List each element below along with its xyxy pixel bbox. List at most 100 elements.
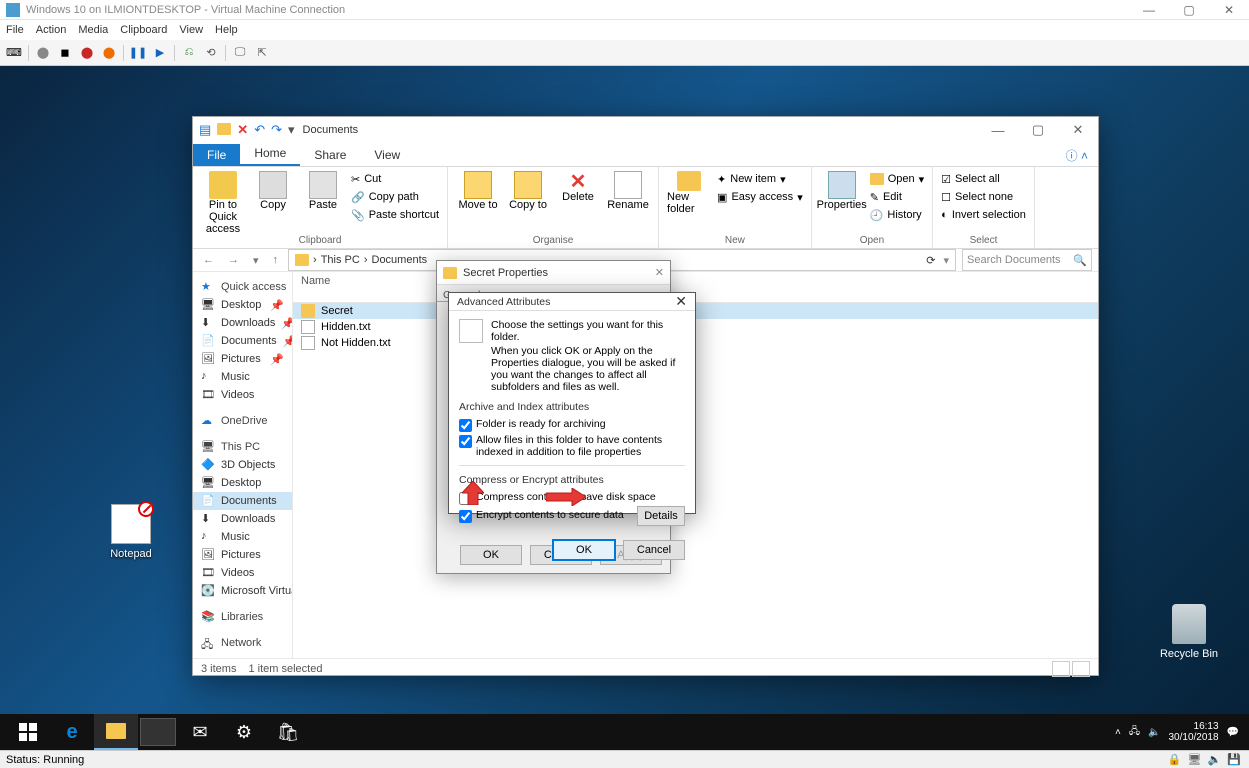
nav-pc-vhd[interactable]: 💽Microsoft Virtual Di...: [193, 582, 292, 600]
nav-pc-desktop[interactable]: 🖥Desktop: [193, 474, 292, 492]
taskbar-settings[interactable]: ⚙: [222, 714, 266, 750]
tab-share[interactable]: Share: [300, 144, 360, 166]
pause-icon[interactable]: ❚❚: [130, 45, 146, 61]
cut-button[interactable]: ✂Cut: [351, 171, 439, 187]
history-button[interactable]: 🕘History: [870, 207, 924, 223]
menu-action[interactable]: Action: [36, 24, 67, 36]
reset-icon[interactable]: ▶: [152, 45, 168, 61]
nav-up-button[interactable]: ↑: [269, 254, 283, 266]
selectnone-button[interactable]: ☐Select none: [941, 189, 1026, 205]
nav-downloads[interactable]: ⬇Downloads📌: [193, 314, 292, 332]
qat-properties-icon[interactable]: ▤: [199, 122, 211, 138]
view-details-icon[interactable]: [1052, 661, 1070, 677]
adv-titlebar[interactable]: Advanced Attributes ✕: [449, 293, 695, 311]
nav-pc-downloads[interactable]: ⬇Downloads: [193, 510, 292, 528]
desktop-icon-recycle-bin[interactable]: Recycle Bin: [1159, 604, 1219, 660]
properties-titlebar[interactable]: Secret Properties ✕: [437, 261, 670, 285]
nav-network[interactable]: 🖧Network: [193, 634, 292, 652]
nav-pc-pictures[interactable]: 🖼Pictures: [193, 546, 292, 564]
start-button[interactable]: [6, 714, 50, 750]
host-close-button[interactable]: ✕: [1209, 0, 1249, 20]
explorer-close-button[interactable]: ✕: [1058, 117, 1098, 143]
pasteshortcut-button[interactable]: 📎Paste shortcut: [351, 207, 439, 223]
nav-quickaccess[interactable]: ★Quick access: [193, 278, 292, 296]
nav-forward-button[interactable]: →: [224, 254, 243, 266]
menu-media[interactable]: Media: [78, 24, 108, 36]
nav-back-button[interactable]: ←: [199, 254, 218, 266]
tray-up-icon[interactable]: ˄: [1115, 727, 1121, 738]
nav-pc-documents[interactable]: 📄Documents: [193, 492, 292, 510]
share-icon[interactable]: ⇱: [254, 45, 270, 61]
qat-customize-icon[interactable]: ▾: [288, 122, 295, 138]
nav-documents[interactable]: 📄Documents📌: [193, 332, 292, 350]
tab-view[interactable]: View: [360, 144, 414, 166]
taskbar-mail[interactable]: ✉: [178, 714, 222, 750]
details-button[interactable]: Details: [637, 506, 685, 526]
taskbar-clock[interactable]: 16:13 30/10/2018: [1168, 721, 1218, 743]
taskbar-cmd[interactable]: [140, 718, 176, 746]
menu-help[interactable]: Help: [215, 24, 238, 36]
archive-checkbox[interactable]: [459, 419, 472, 432]
shutdown-icon[interactable]: ⬤: [79, 45, 95, 61]
edit-button[interactable]: ✎Edit: [870, 189, 924, 205]
newfolder-button[interactable]: New folder: [667, 171, 711, 215]
qat-undo-icon[interactable]: ↶: [254, 122, 265, 138]
nav-3dobjects[interactable]: 🔷3D Objects: [193, 456, 292, 474]
qat-newfolder-icon[interactable]: [217, 123, 231, 138]
nav-pane[interactable]: ★Quick access 🖥Desktop📌 ⬇Downloads📌 📄Doc…: [193, 272, 293, 658]
adv-ok-button[interactable]: OK: [553, 540, 615, 560]
host-maximize-button[interactable]: ▢: [1169, 0, 1209, 20]
taskbar-explorer[interactable]: [94, 714, 138, 750]
revert-icon[interactable]: ⟲: [203, 45, 219, 61]
explorer-maximize-button[interactable]: ▢: [1018, 117, 1058, 143]
copy-button[interactable]: Copy: [251, 171, 295, 211]
menu-clipboard[interactable]: Clipboard: [120, 24, 167, 36]
start-icon[interactable]: ⬤: [35, 45, 51, 61]
invert-button[interactable]: ◐Invert selection: [941, 207, 1026, 223]
delete-button[interactable]: ✕Delete: [556, 171, 600, 203]
moveto-button[interactable]: Move to: [456, 171, 500, 211]
ribbon-help-icon[interactable]: ⓘ ˄: [1056, 145, 1098, 166]
tray-network-icon[interactable]: 🖧: [1129, 724, 1140, 741]
nav-onedrive[interactable]: ☁OneDrive: [193, 412, 292, 430]
desktop-icon-notepad[interactable]: Notepad: [96, 504, 166, 560]
vm-desktop[interactable]: Notepad Recycle Bin ▤ ✕ ↶ ↷ ▾ Documents …: [0, 66, 1249, 750]
rename-button[interactable]: Rename: [606, 171, 650, 211]
save-icon[interactable]: ⬤: [101, 45, 117, 61]
adv-cancel-button[interactable]: Cancel: [623, 540, 685, 560]
advanced-attributes-dialog[interactable]: Advanced Attributes ✕ Choose the setting…: [448, 292, 696, 514]
tab-home[interactable]: Home: [240, 142, 300, 166]
refresh-icon[interactable]: ⟳: [926, 254, 935, 267]
nav-videos[interactable]: 🎞Videos: [193, 386, 292, 404]
copyto-button[interactable]: Copy to: [506, 171, 550, 211]
ctrl-alt-del-icon[interactable]: ⌨: [6, 45, 22, 61]
open-button[interactable]: Open ▾: [870, 171, 924, 187]
properties-button[interactable]: Properties: [820, 171, 864, 211]
taskbar-store[interactable]: 🛍: [266, 714, 310, 750]
index-checkbox[interactable]: [459, 435, 472, 448]
nav-pictures[interactable]: 🖼Pictures📌: [193, 350, 292, 368]
nav-pc-videos[interactable]: 🎞Videos: [193, 564, 292, 582]
tray-volume-icon[interactable]: 🔈: [1148, 727, 1160, 738]
search-input[interactable]: Search Documents 🔍: [962, 249, 1092, 271]
explorer-minimize-button[interactable]: —: [978, 117, 1018, 143]
checkbox-encrypt[interactable]: Encrypt contents to secure data: [459, 508, 637, 524]
qat-redo-icon[interactable]: ↷: [271, 122, 282, 138]
view-icons-icon[interactable]: [1072, 661, 1090, 677]
nav-music[interactable]: ♪Music: [193, 368, 292, 386]
checkpoint-icon[interactable]: ⎌: [181, 45, 197, 61]
properties-close-button[interactable]: ✕: [655, 266, 664, 279]
taskbar[interactable]: e ✉ ⚙ 🛍 ˄ 🖧 🔈 16:13 30/10/2018 💬: [0, 714, 1249, 750]
easyaccess-button[interactable]: ▣Easy access ▾: [717, 189, 803, 205]
menu-view[interactable]: View: [179, 24, 203, 36]
explorer-titlebar[interactable]: ▤ ✕ ↶ ↷ ▾ Documents — ▢ ✕: [193, 117, 1098, 143]
tab-file[interactable]: File: [193, 144, 240, 166]
nav-desktop[interactable]: 🖥Desktop📌: [193, 296, 292, 314]
col-name[interactable]: Name: [293, 272, 458, 302]
newitem-button[interactable]: ✦New item ▾: [717, 171, 803, 187]
taskbar-edge[interactable]: e: [50, 714, 94, 750]
paste-button[interactable]: Paste: [301, 171, 345, 211]
encrypt-checkbox[interactable]: [459, 510, 472, 523]
enhanced-session-icon[interactable]: 🖵: [232, 45, 248, 61]
tray-notifications-icon[interactable]: 💬: [1227, 727, 1239, 738]
